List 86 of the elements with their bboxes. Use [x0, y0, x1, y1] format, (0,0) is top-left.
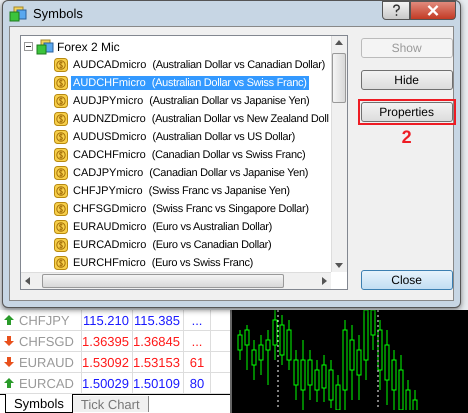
candle [328, 360, 334, 408]
symbol-label: EURAUD [19, 354, 74, 370]
candle [356, 334, 362, 400]
coin-icon [54, 94, 68, 108]
coin-icon [54, 112, 68, 126]
ask-cell: 1.50109 [133, 373, 184, 393]
tree-item[interactable]: EURCHFmicro (Euro vs Swiss Franc) [71, 256, 256, 270]
spread-cell: ... [184, 331, 211, 351]
close-dialog-button[interactable]: Close [360, 270, 453, 290]
scrollbar-thumb[interactable] [332, 53, 346, 103]
tree-folder-label[interactable]: Forex 2 Mic [57, 40, 120, 54]
candle [378, 320, 382, 390]
scroll-down-icon[interactable] [335, 263, 344, 268]
candle [266, 330, 270, 386]
collapse-icon[interactable] [24, 42, 33, 51]
tree-item[interactable]: CADCHFmicro (Canadian Dollar vs Swiss Franc) [71, 148, 308, 162]
arrow-icon [3, 356, 15, 368]
spread-cell: 61 [184, 352, 211, 372]
arrow-icon [3, 314, 15, 326]
candle [258, 334, 264, 376]
coin-icon [54, 238, 68, 252]
coin-icon [54, 184, 68, 198]
candle [314, 360, 320, 402]
dialog-button[interactable]: Hide [360, 70, 453, 90]
help-icon [392, 4, 400, 17]
tab[interactable]: Tick Chart [72, 396, 149, 412]
candle [300, 340, 306, 410]
symbol-label: CHFSGD [19, 334, 74, 348]
tree-item[interactable]: AUDCADmicro (Australian Dollar vs Canadian Dollar) [71, 58, 327, 72]
arrow-icon [3, 377, 15, 389]
candle [406, 380, 410, 410]
bid-cell: 1.50029 [82, 373, 133, 393]
tree-item[interactable]: CHFSGDmicro (Swiss Franc vs Singapore Dollar) [71, 202, 311, 216]
scrollbar-thumb[interactable] [42, 274, 284, 288]
bid-cell: 115.210 [82, 310, 133, 330]
candle [322, 354, 326, 402]
coin-icon [54, 256, 68, 270]
coin-icon [54, 166, 68, 180]
candle [280, 314, 284, 366]
tree-item[interactable]: EURCADmicro (Euro vs Canadian Dollar) [71, 238, 274, 252]
candle [308, 350, 312, 400]
tree-item[interactable]: CHFJPYmicro (Swiss Franc vs Japanise Yen) [71, 184, 292, 198]
candle [336, 374, 340, 410]
tree-item[interactable]: EURAUDmicro (Euro vs Australian Dollar) [71, 220, 274, 234]
tree-item[interactable]: AUDUSDmicro (Australian Dollar vs US Dollar) [71, 130, 297, 144]
arrow-icon [3, 335, 15, 347]
stack-icon [9, 6, 27, 22]
bid-cell: 1.36395 [82, 331, 133, 351]
candle [392, 350, 396, 410]
coin-icon [54, 58, 68, 72]
ask-cell: 115.385 [133, 310, 184, 330]
candle [398, 354, 404, 410]
tab[interactable]: Symbols [5, 394, 73, 413]
tree-item[interactable]: AUDNZDmicro (Australian Dollar vs New Zealand Doll [71, 112, 331, 126]
spread-cell: 80 [184, 373, 211, 393]
scroll-up-icon[interactable] [335, 40, 344, 45]
window-title: Symbols [33, 6, 83, 21]
coin-icon [54, 202, 68, 216]
step-number: 2 [402, 127, 412, 147]
close-icon [427, 5, 439, 16]
candle [244, 324, 250, 370]
help-button[interactable] [382, 1, 410, 20]
ask-cell: 1.53153 [133, 352, 184, 372]
coin-icon [54, 148, 68, 162]
candle [294, 350, 298, 400]
tree-item[interactable]: CADJPYmicro (Canadian Dollar vs Japanise Yen) [71, 166, 310, 180]
coin-icon [54, 76, 68, 90]
horizontal-scrollbar[interactable] [21, 272, 331, 289]
close-button[interactable] [410, 1, 456, 20]
tree-item[interactable]: AUDJPYmicro (Australian Dollar vs Japanise Yen) [71, 94, 312, 108]
scroll-right-icon[interactable] [322, 277, 327, 285]
dialog-button[interactable]: Properties [360, 102, 453, 122]
candle [238, 330, 242, 360]
vertical-scrollbar[interactable] [330, 36, 347, 272]
coin-icon [54, 220, 68, 234]
spread-cell: ... [184, 310, 211, 330]
candle [252, 340, 256, 380]
candle [286, 320, 292, 370]
scroll-left-icon[interactable] [25, 277, 30, 285]
coin-icon [54, 130, 68, 144]
ask-cell: 1.36845 [133, 331, 184, 351]
bid-cell: 1.53092 [82, 352, 133, 372]
candle [412, 390, 418, 410]
stack-icon [36, 38, 54, 54]
symbol-label: CHFJPY [19, 312, 70, 328]
symbol-label: EURCAD [19, 376, 74, 390]
